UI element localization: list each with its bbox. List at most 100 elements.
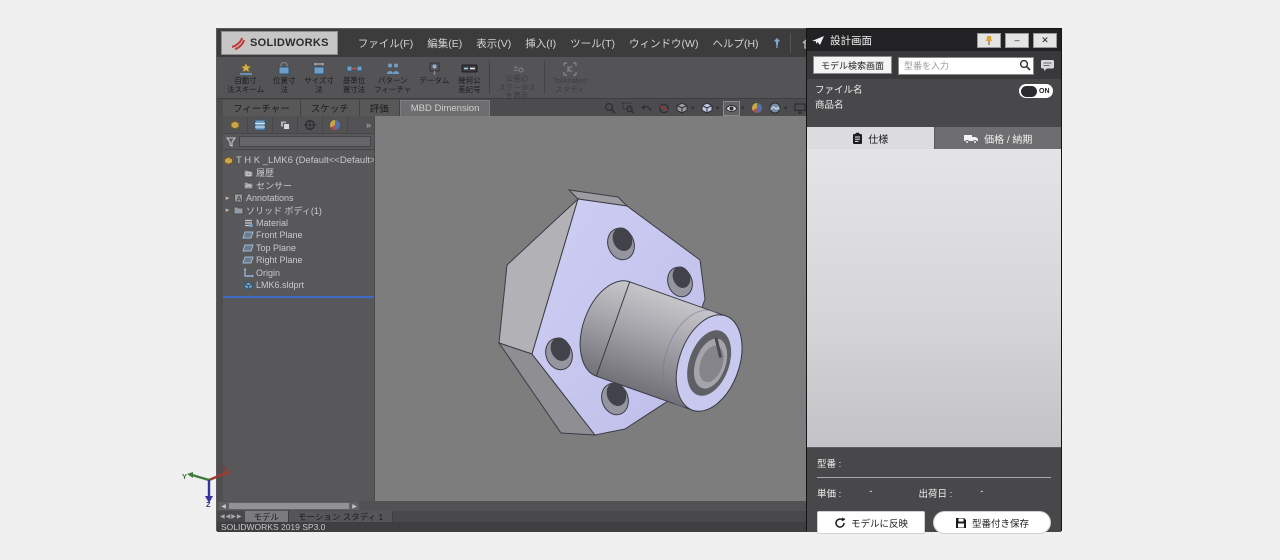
close-button[interactable]: ✕ xyxy=(1033,33,1057,48)
first-tab-icon[interactable]: ◀ xyxy=(220,513,225,520)
tolanalyst-icon xyxy=(563,61,577,76)
tree-item-sensors[interactable]: センサー xyxy=(223,179,374,192)
model-search-button[interactable]: モデル検索画面 xyxy=(813,56,892,74)
scroll-right-icon[interactable]: ▶ xyxy=(350,503,359,510)
tree-item-annotations[interactable]: ▸ A Annotations xyxy=(223,192,374,205)
dimxpert-manager-tab-icon[interactable] xyxy=(298,117,323,133)
triad-z-label: Z xyxy=(206,500,211,507)
feature-tree: T H K _LMK6 (Default<<Default>_ 履歴 センサー … xyxy=(223,150,374,298)
tree-filter-input[interactable] xyxy=(239,136,371,147)
design-screen-panel: 設計画面 – ✕ モデル検索画面 ファイル名 ON 商品名 仕様 xyxy=(806,28,1062,531)
zoom-area-icon[interactable] xyxy=(619,101,636,116)
tab-price-delivery[interactable]: 価格 / 納期 xyxy=(934,127,1062,149)
sensors-folder-icon xyxy=(242,180,254,190)
property-manager-tab-icon[interactable] xyxy=(248,117,273,133)
file-name-label: ファイル名 xyxy=(815,83,1053,98)
menu-help[interactable]: ヘルプ(H) xyxy=(706,33,764,54)
tab-evaluate[interactable]: 評価 xyxy=(360,100,400,116)
menu-tools[interactable]: ツール(T) xyxy=(564,33,621,54)
filter-funnel-icon xyxy=(226,137,236,147)
pattern-feature-icon xyxy=(385,61,401,76)
menu-view[interactable]: 表示(V) xyxy=(470,33,517,54)
prev-tab-icon[interactable]: ◀ xyxy=(226,513,231,520)
tab-mbd-dimension[interactable]: MBD Dimension xyxy=(400,100,491,116)
tab-motion-study[interactable]: モーション スタディ 1 xyxy=(289,511,393,522)
tree-item-lmk6-sldprt[interactable]: LMK6.sldprt xyxy=(223,279,374,292)
location-dimension-button[interactable]: 位置寸 法 xyxy=(268,59,300,96)
section-view-icon[interactable] xyxy=(655,101,672,116)
brand-text: SOLIDWORKS xyxy=(250,37,329,49)
tree-root-item[interactable]: T H K _LMK6 (Default<<Default>_ xyxy=(223,154,374,167)
view-orientation-caret-icon[interactable]: ▾ xyxy=(691,104,697,112)
menu-insert[interactable]: 挿入(I) xyxy=(519,33,562,54)
material-icon xyxy=(242,218,254,228)
tree-filter-row xyxy=(223,134,374,150)
hide-show-items-icon[interactable] xyxy=(723,101,740,116)
view-orientation-icon[interactable] xyxy=(673,101,690,116)
pin-button[interactable] xyxy=(977,33,1001,48)
svg-text:±: ± xyxy=(513,63,519,74)
pin-menu-icon[interactable] xyxy=(771,37,782,49)
tree-item-right-plane[interactable]: Right Plane xyxy=(223,254,374,267)
display-manager-tab-icon[interactable] xyxy=(323,117,348,133)
reflect-to-model-button[interactable]: モデルに反映 xyxy=(817,511,925,534)
next-tab-icon[interactable]: ▶ xyxy=(231,513,236,520)
feature-manager-tabs: » xyxy=(223,116,374,134)
product-name-label: 商品名 xyxy=(815,98,1053,113)
toggle-knob xyxy=(1021,86,1037,97)
auto-dimension-scheme-button[interactable]: 自動寸 法スキーム xyxy=(223,59,268,96)
tree-item-history[interactable]: 履歴 xyxy=(223,167,374,180)
main-menu: ファイル(F) 編集(E) 表示(V) 挿入(I) ツール(T) ウィンドウ(W… xyxy=(352,33,765,54)
apply-scene-caret-icon[interactable]: ▾ xyxy=(784,104,790,112)
tree-item-solid-bodies[interactable]: ▸ ソリッド ボディ(1) xyxy=(223,204,374,217)
menu-edit[interactable]: 編集(E) xyxy=(421,33,468,54)
minimize-button[interactable]: – xyxy=(1005,33,1029,48)
tree-item-origin[interactable]: Origin xyxy=(223,267,374,280)
floppy-save-icon xyxy=(955,517,967,529)
expand-arrow-icon[interactable]: ▸ xyxy=(223,194,232,202)
edit-appearance-icon[interactable] xyxy=(748,101,765,116)
datum-button[interactable]: データム xyxy=(415,59,453,96)
datum-icon xyxy=(428,61,441,76)
unit-price-label: 単価 : xyxy=(817,486,841,500)
scrollbar-thumb[interactable] xyxy=(229,503,349,509)
size-dimension-icon xyxy=(312,61,326,76)
hide-show-caret-icon[interactable]: ▾ xyxy=(741,104,747,112)
feature-manager-tab-icon[interactable] xyxy=(223,117,248,133)
truck-icon xyxy=(963,133,979,144)
menu-window[interactable]: ウィンドウ(W) xyxy=(623,33,704,54)
tree-item-material[interactable]: Material xyxy=(223,217,374,230)
tolerance-status-icon: ± xyxy=(511,61,524,74)
pattern-feature-button[interactable]: パターン フィーチャ xyxy=(370,59,415,96)
apply-scene-icon[interactable] xyxy=(766,101,783,116)
tree-item-top-plane[interactable]: Top Plane xyxy=(223,242,374,255)
save-with-model-number-button[interactable]: 型番付き保存 xyxy=(933,511,1051,534)
tree-item-front-plane[interactable]: Front Plane xyxy=(223,229,374,242)
display-style-caret-icon[interactable]: ▾ xyxy=(716,104,722,112)
expand-arrow-icon[interactable]: ▸ xyxy=(223,206,232,214)
tab-model[interactable]: モデル xyxy=(245,511,290,522)
model-lmk6-flanged-bushing xyxy=(375,116,807,501)
last-tab-icon[interactable]: ▶ xyxy=(237,513,242,520)
datum-location-dimension-button[interactable]: 基準位 置寸法 xyxy=(338,59,370,96)
size-dimension-button[interactable]: サイズ寸 法 xyxy=(300,59,338,96)
tree-splitter-handle[interactable] xyxy=(223,296,374,298)
model-number-input[interactable] xyxy=(898,57,1034,75)
tab-features[interactable]: フィーチャー xyxy=(223,100,301,116)
configuration-manager-tab-icon[interactable] xyxy=(273,117,298,133)
file-name-toggle[interactable]: ON xyxy=(1019,84,1053,98)
datum-location-icon xyxy=(346,61,363,76)
horizontal-scrollbar[interactable]: ◀ ▶ xyxy=(219,502,359,510)
tab-specification[interactable]: 仕様 xyxy=(807,127,934,149)
tree-expand-chevron-icon[interactable]: » xyxy=(363,120,374,130)
geometric-tolerance-button[interactable]: 幾何公 差記号 xyxy=(453,59,485,96)
previous-view-icon[interactable] xyxy=(637,101,654,116)
plane-icon xyxy=(242,255,254,265)
menu-file[interactable]: ファイル(F) xyxy=(352,33,419,54)
tab-sketch[interactable]: スケッチ xyxy=(301,100,360,116)
comment-icon[interactable] xyxy=(1040,59,1055,72)
ship-date-value: - xyxy=(980,486,983,500)
display-style-icon[interactable] xyxy=(698,101,715,116)
search-icon[interactable] xyxy=(1019,59,1031,71)
zoom-fit-icon[interactable] xyxy=(601,101,618,116)
